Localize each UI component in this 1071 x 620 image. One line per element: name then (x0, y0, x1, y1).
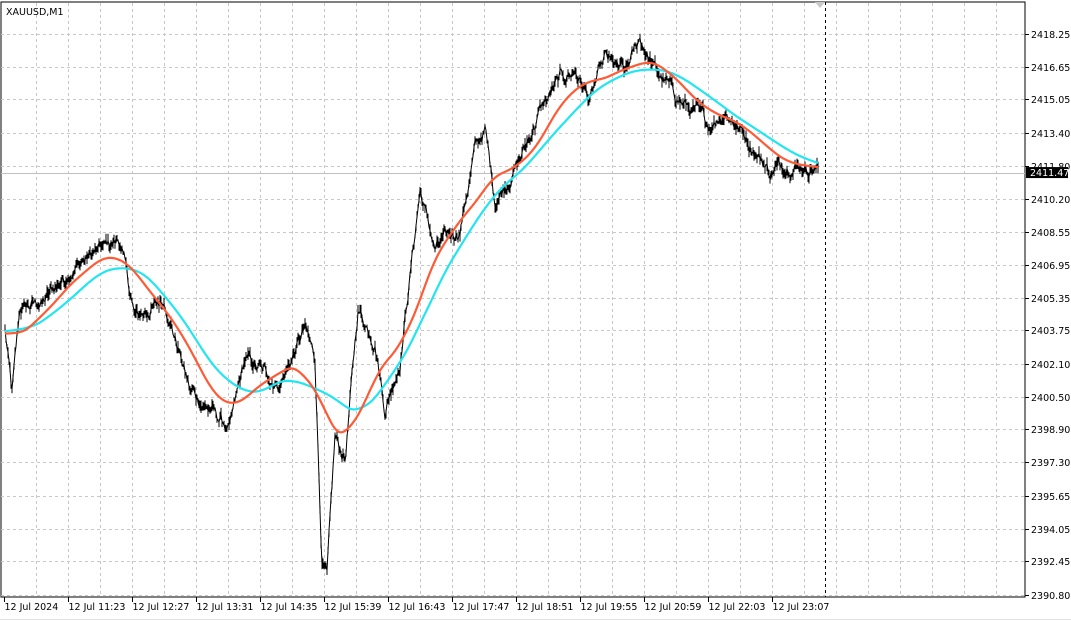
x-tick-label: 12 Jul 16:43 (389, 602, 446, 613)
y-tick-label: 2408.55 (1031, 228, 1070, 239)
y-tick-label: 2403.75 (1031, 326, 1070, 337)
y-tick-label: 2418.25 (1031, 30, 1070, 41)
x-tick-label: 12 Jul 15:39 (325, 602, 382, 613)
x-tick-label: 12 Jul 13:31 (197, 602, 254, 613)
y-tick-label: 2392.45 (1031, 557, 1070, 568)
y-tick-label: 2406.95 (1031, 261, 1070, 272)
y-tick-label: 2405.35 (1031, 294, 1070, 305)
y-tick-label: 2402.10 (1031, 360, 1070, 371)
x-tick-label: 12 Jul 20:59 (645, 602, 702, 613)
y-axis: 2418.252416.652415.052413.402411.802410.… (1025, 30, 1070, 602)
y-tick-label: 2394.05 (1031, 525, 1070, 536)
current-price-label: 2411.47 (1030, 168, 1069, 179)
x-tick-label: 12 Jul 12:27 (133, 602, 190, 613)
y-tick-label: 2400.50 (1031, 393, 1070, 404)
y-tick-label: 2415.05 (1031, 95, 1070, 106)
x-tick-label: 12 Jul 14:35 (261, 602, 318, 613)
x-axis: 12 Jul 2024 12 Jul 11:23 12 Jul 12:27 12 Ju… (4, 597, 830, 613)
price-chart[interactable]: XAUUSD,M1 2418.25 2416.65 2415.05 2413.40 24… (0, 0, 1071, 620)
y-tick-label: 2397.30 (1031, 458, 1070, 469)
x-tick-label: 12 Jul 22:03 (709, 602, 766, 613)
x-tick-label: 12 Jul 17:47 (453, 602, 510, 613)
x-tick-label: 12 Jul 18:51 (517, 602, 574, 613)
y-tick-label: 2413.40 (1031, 129, 1070, 140)
y-tick-label: 2410.20 (1031, 195, 1070, 206)
x-tick-label: 12 Jul 11:23 (69, 602, 126, 613)
y-tick-label: 2416.65 (1031, 63, 1070, 74)
x-tick-label: 12 Jul 19:55 (581, 602, 638, 613)
y-tick-label: 2390.80 (1031, 591, 1070, 602)
y-tick-label: 2395.65 (1031, 492, 1070, 503)
x-tick-label: 12 Jul 23:07 (773, 602, 830, 613)
y-tick-label: 2398.90 (1031, 425, 1070, 436)
x-tick-label: 12 Jul 2024 (5, 602, 59, 613)
chart-title: XAUUSD,M1 (6, 7, 64, 18)
